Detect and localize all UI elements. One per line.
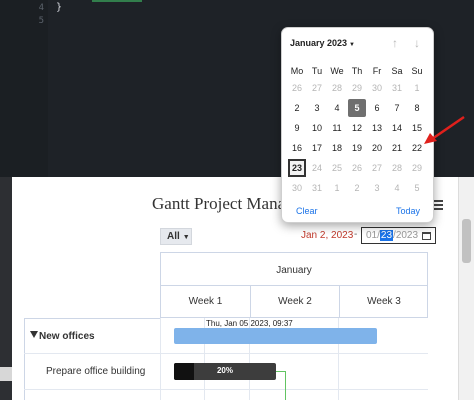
editor-highlight (92, 0, 142, 2)
filter-value: All (167, 231, 180, 242)
calendar-day[interactable]: 6 (368, 99, 386, 117)
progress-label: 20% (216, 366, 233, 375)
calendar-day[interactable]: 11 (328, 119, 346, 137)
calendar-day[interactable]: 17 (308, 139, 326, 157)
date-picker-popup[interactable]: January 2023 ▼ ↑ ↓ Mo Tu We Th Fr Sa Su 26 27 28 2… (281, 27, 434, 223)
calendar-day[interactable]: 29 (348, 79, 366, 97)
dependency-connector (276, 371, 286, 400)
calendar-day[interactable]: 27 (308, 79, 326, 97)
calendar-day[interactable]: 27 (368, 159, 386, 177)
previous-month-arrow-icon[interactable]: ↑ (388, 36, 402, 50)
calendar-day[interactable]: 12 (348, 119, 366, 137)
weekday-header: Mo (290, 66, 304, 76)
task-name[interactable]: New offices (39, 331, 95, 342)
range-end-date-input[interactable]: 01/23/2023 (361, 227, 436, 244)
calendar-day[interactable]: 4 (388, 179, 406, 197)
calendar-day[interactable]: 19 (348, 139, 366, 157)
weekday-header: Th (351, 66, 363, 76)
task-name[interactable]: Prepare office building (46, 366, 145, 377)
next-month-arrow-icon[interactable]: ↓ (410, 36, 424, 50)
calendar-day[interactable]: 3 (308, 99, 326, 117)
task-bar[interactable] (174, 328, 377, 344)
calendar-day[interactable]: 26 (348, 159, 366, 177)
week-header: Week 2 (250, 286, 339, 317)
calendar-day[interactable]: 1 (328, 179, 346, 197)
calendar-day[interactable]: 7 (388, 99, 406, 117)
calendar-day[interactable]: 29 (408, 159, 426, 177)
weekday-header: Su (411, 66, 423, 76)
task-progress-bar[interactable]: 20% (174, 363, 276, 380)
calendar-day[interactable]: 16 (288, 139, 306, 157)
left-panel-edge (0, 177, 12, 400)
panel-resize-handle[interactable] (0, 367, 12, 381)
bar-date-tooltip: Thu, Jan 05 2023, 09:37 (206, 319, 293, 328)
line-number-gutter (0, 0, 48, 177)
week-header: Week 1 (188, 296, 223, 307)
calendar-day[interactable]: 2 (348, 179, 366, 197)
vertical-scrollbar[interactable] (458, 177, 474, 400)
calendar-day[interactable]: 24 (308, 159, 326, 177)
clear-button[interactable]: Clear (296, 206, 318, 216)
annotation-arrow-icon (424, 115, 465, 144)
month-year-label: January 2023 (290, 38, 348, 48)
calendar-day[interactable]: 1 (408, 79, 426, 97)
calendar-day[interactable]: 2 (288, 99, 306, 117)
weekday-header: Sa (391, 66, 403, 76)
month-year-selector[interactable]: January 2023 ▼ (290, 38, 355, 48)
calendar-day[interactable]: 28 (328, 79, 346, 97)
date-year-segment[interactable]: 2023 (396, 230, 418, 241)
range-start-date[interactable]: Jan 2, 2023 (301, 230, 353, 241)
calendar-day[interactable]: 3 (368, 179, 386, 197)
calendar-day[interactable]: 20 (368, 139, 386, 157)
calendar-day[interactable]: 30 (368, 79, 386, 97)
calendar-day[interactable]: 18 (328, 139, 346, 157)
collapse-triangle-icon[interactable] (30, 331, 38, 338)
calendar-day[interactable]: 30 (288, 179, 306, 197)
calendar-day-selected[interactable]: 5 (348, 99, 366, 117)
line-number: 4 (38, 3, 44, 13)
filter-dropdown[interactable]: All ▼ (160, 228, 192, 245)
date-month-segment[interactable]: 01 (366, 230, 377, 241)
timeline-week-row: Week 1 Week 2 Week 3 (160, 286, 428, 318)
calendar-day[interactable]: 25 (328, 159, 346, 177)
today-button[interactable]: Today (396, 206, 420, 216)
date-day-segment[interactable]: 23 (379, 230, 394, 241)
calendar-day[interactable]: 26 (288, 79, 306, 97)
calendar-day[interactable]: 31 (308, 179, 326, 197)
timeline-month-header: January (160, 252, 428, 286)
month-label: January (276, 265, 312, 276)
calendar-day-highlighted[interactable]: 23 (288, 159, 306, 177)
caret-down-icon: ▼ (349, 42, 355, 48)
calendar-icon[interactable] (422, 232, 431, 240)
weekday-header: Tu (311, 66, 323, 76)
calendar-day[interactable]: 10 (308, 119, 326, 137)
caret-down-icon: ▼ (182, 234, 190, 241)
week-header: Week 3 (339, 286, 428, 317)
calendar-day[interactable]: 14 (388, 119, 406, 137)
weekday-header: We (330, 66, 344, 76)
scrollbar-thumb[interactable] (462, 219, 471, 263)
calendar-day[interactable]: 5 (408, 179, 426, 197)
range-separator: - (354, 229, 358, 240)
calendar-day[interactable]: 9 (288, 119, 306, 137)
weekday-header: Fr (372, 66, 382, 76)
line-number: 5 (38, 16, 44, 26)
calendar-day[interactable]: 13 (368, 119, 386, 137)
calendar-day[interactable]: 31 (388, 79, 406, 97)
calendar-day[interactable]: 28 (388, 159, 406, 177)
gantt-title: Gantt Project Manage (152, 194, 302, 213)
calendar-day[interactable]: 4 (328, 99, 346, 117)
code-line[interactable]: } (56, 2, 62, 13)
calendar-day[interactable]: 21 (388, 139, 406, 157)
